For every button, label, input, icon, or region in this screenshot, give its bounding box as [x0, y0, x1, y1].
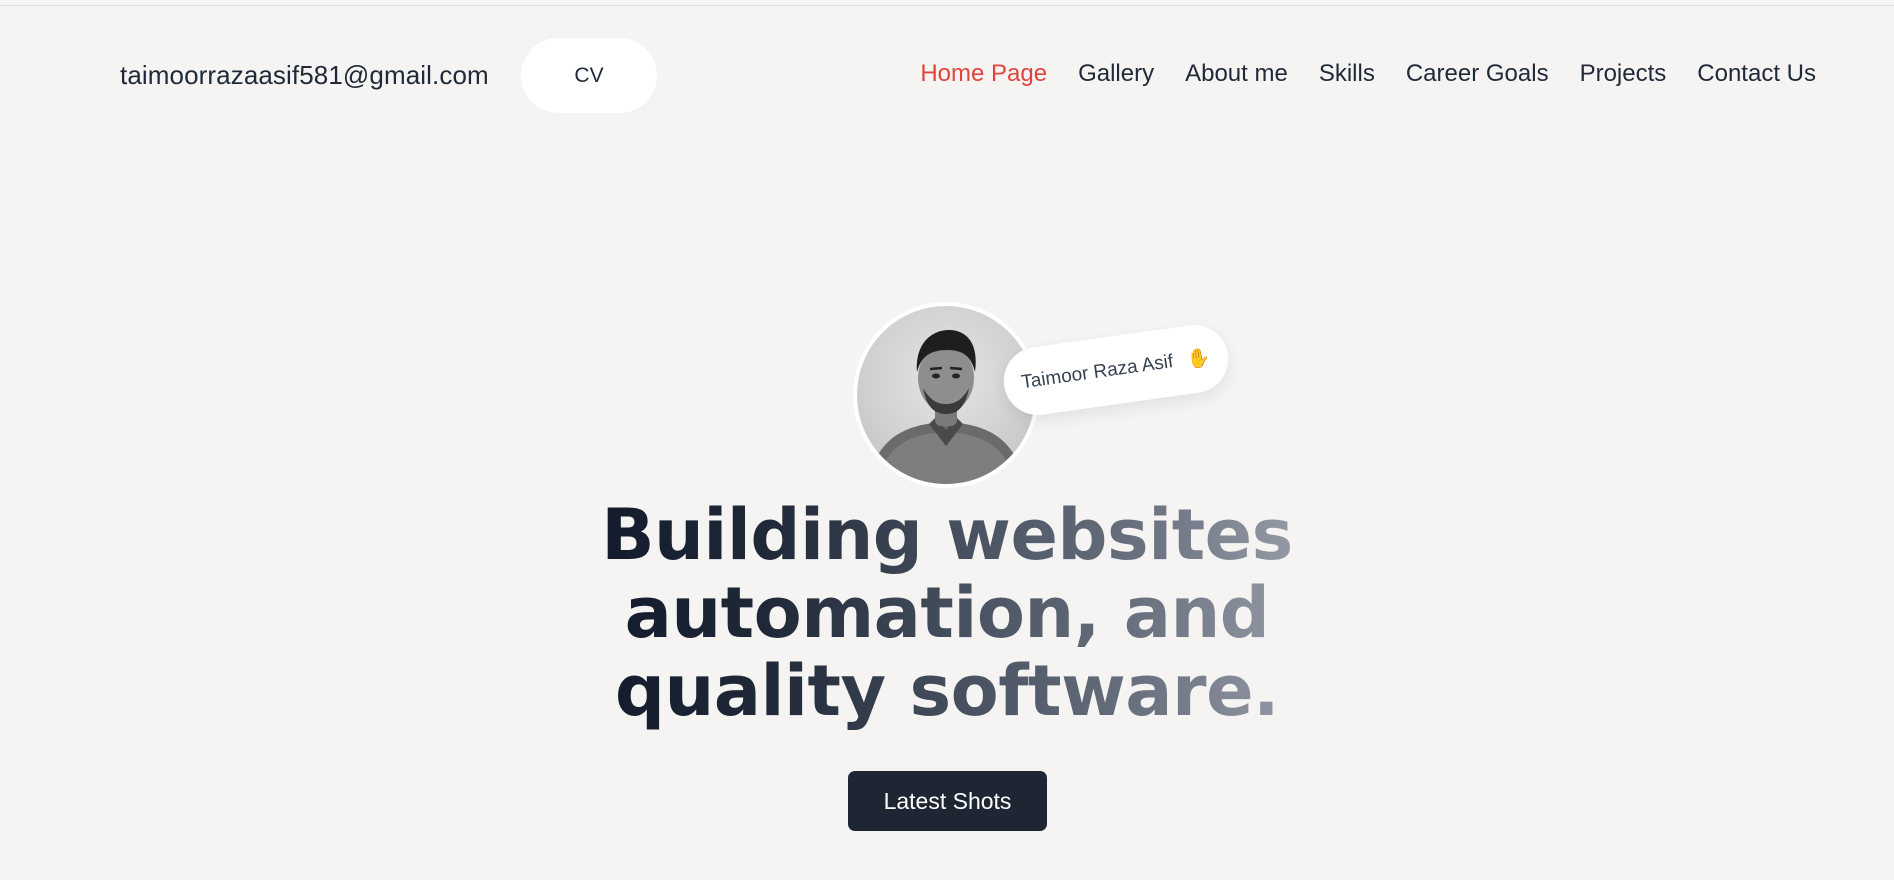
top-divider — [0, 5, 1894, 6]
nav-home-page[interactable]: Home Page — [920, 60, 1047, 88]
email-link[interactable]: taimoorrazaasif581@gmail.com — [120, 60, 489, 91]
nav-gallery[interactable]: Gallery — [1078, 60, 1154, 88]
name-tag: Taimoor Raza Asif ✋ — [999, 320, 1233, 420]
headline-line-2: automation, and — [624, 572, 1270, 654]
main-nav: Home Page Gallery About me Skills Career… — [920, 60, 1816, 88]
site-header: taimoorrazaasif581@gmail.com CV Home Pag… — [0, 38, 1894, 114]
name-tag-label: Taimoor Raza Asif — [1019, 351, 1175, 394]
waving-hand-icon: ✋ — [1185, 346, 1212, 371]
nav-projects[interactable]: Projects — [1580, 60, 1667, 88]
nav-about-me[interactable]: About me — [1185, 60, 1288, 88]
cv-button[interactable]: CV — [521, 38, 657, 113]
hero-headline: Building websites automation, and qualit… — [547, 496, 1347, 730]
latest-shots-button[interactable]: Latest Shots — [848, 771, 1047, 831]
nav-skills[interactable]: Skills — [1319, 60, 1375, 88]
nav-career-goals[interactable]: Career Goals — [1406, 60, 1549, 88]
nav-contact-us[interactable]: Contact Us — [1697, 60, 1816, 88]
headline-line-3: quality software. — [614, 650, 1280, 732]
headline-line-1: Building websites — [601, 494, 1293, 576]
